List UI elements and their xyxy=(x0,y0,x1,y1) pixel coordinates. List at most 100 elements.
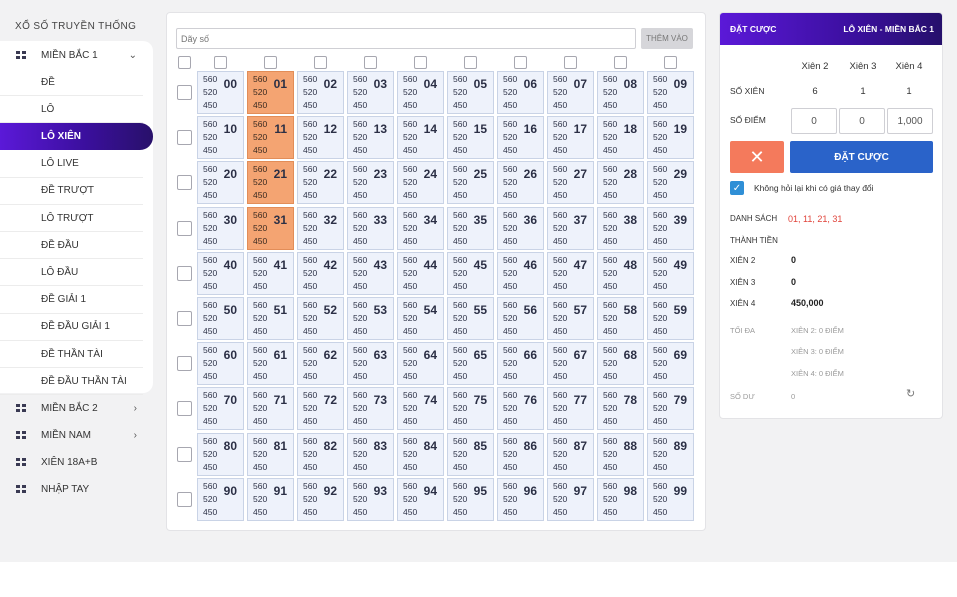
number-cell[interactable]: 560 520 450 92 xyxy=(297,477,344,521)
sidebar-item[interactable]: LÔ ĐẦU xyxy=(0,259,143,287)
sidebar-group-1[interactable]: MIỀN BẮC 2 › xyxy=(0,394,153,422)
column-checkbox[interactable] xyxy=(264,56,277,69)
number-cell[interactable]: 560 520 450 05 xyxy=(447,71,494,114)
number-cell[interactable]: 560 520 450 32 xyxy=(297,206,344,250)
number-cell[interactable]: 560 520 450 63 xyxy=(347,342,394,386)
number-cell[interactable]: 560 520 450 99 xyxy=(647,477,694,521)
number-cell[interactable]: 560 520 450 83 xyxy=(347,432,394,476)
sidebar-item[interactable]: ĐỀ xyxy=(0,69,143,96)
sidebar-item[interactable]: ĐỀ GIẢI 1 xyxy=(0,287,143,314)
column-checkbox[interactable] xyxy=(564,56,577,69)
number-cell[interactable]: 560 520 450 49 xyxy=(647,251,694,295)
number-cell[interactable]: 560 520 450 56 xyxy=(497,297,544,340)
select-all-checkbox[interactable] xyxy=(178,56,191,69)
number-cell[interactable]: 560 520 450 23 xyxy=(347,161,394,205)
number-cell[interactable]: 560 520 450 36 xyxy=(497,206,544,250)
number-cell[interactable]: 560 520 450 59 xyxy=(647,297,694,340)
number-cell[interactable]: 560 520 450 90 xyxy=(197,477,244,521)
number-cell[interactable]: 560 520 450 37 xyxy=(547,206,594,250)
number-cell[interactable]: 560 520 450 67 xyxy=(547,342,594,386)
column-checkbox[interactable] xyxy=(664,56,677,69)
so-diem-xien-4-input[interactable] xyxy=(887,108,933,134)
sidebar-item[interactable]: ĐỀ ĐẦU xyxy=(0,232,143,260)
number-cell[interactable]: 560 520 450 44 xyxy=(397,251,444,295)
number-cell[interactable]: 560 520 450 69 xyxy=(647,342,694,386)
number-cell[interactable]: 560 520 450 82 xyxy=(297,432,344,476)
number-cell[interactable]: 560 520 450 28 xyxy=(597,161,644,205)
number-cell[interactable]: 560 520 450 57 xyxy=(547,297,594,340)
number-cell[interactable]: 560 520 450 46 xyxy=(497,251,544,295)
number-cell[interactable]: 560 520 450 03 xyxy=(347,71,394,114)
number-cell[interactable]: 560 520 450 65 xyxy=(447,342,494,386)
sidebar-group-2[interactable]: MIỀN NAM › xyxy=(0,421,153,449)
number-cell[interactable]: 560 520 450 73 xyxy=(347,387,394,431)
number-cell[interactable]: 560 520 450 95 xyxy=(447,477,494,521)
number-cell[interactable]: 560 520 450 84 xyxy=(397,432,444,476)
column-checkbox[interactable] xyxy=(364,56,377,69)
number-cell[interactable]: 560 520 450 91 xyxy=(247,477,294,521)
number-cell[interactable]: 560 520 450 35 xyxy=(447,206,494,250)
sidebar-group-0[interactable]: MIỀN BẮC 1 ⌄ xyxy=(0,41,153,69)
number-cell[interactable]: 560 520 450 08 xyxy=(597,71,644,114)
number-cell[interactable]: 560 520 450 00 xyxy=(197,71,244,114)
number-cell[interactable]: 560 520 450 45 xyxy=(447,251,494,295)
number-cell[interactable]: 560 520 450 62 xyxy=(297,342,344,386)
number-cell[interactable]: 560 520 450 14 xyxy=(397,116,444,160)
number-cell[interactable]: 560 520 450 20 xyxy=(197,161,244,205)
number-cell[interactable]: 560 520 450 48 xyxy=(597,251,644,295)
number-cell[interactable]: 560 520 450 86 xyxy=(497,432,544,476)
number-cell[interactable]: 560 520 450 97 xyxy=(547,477,594,521)
number-cell[interactable]: 560 520 450 58 xyxy=(597,297,644,340)
row-checkbox[interactable] xyxy=(177,175,192,191)
number-cell[interactable]: 560 520 450 31 xyxy=(247,206,294,250)
column-checkbox[interactable] xyxy=(314,56,327,69)
number-cell[interactable]: 560 520 450 43 xyxy=(347,251,394,295)
number-cell[interactable]: 560 520 450 27 xyxy=(547,161,594,205)
row-checkbox[interactable] xyxy=(177,311,192,326)
number-cell[interactable]: 560 520 450 42 xyxy=(297,251,344,295)
row-checkbox[interactable] xyxy=(177,85,192,100)
number-cell[interactable]: 560 520 450 09 xyxy=(647,71,694,114)
sidebar-item[interactable]: LÔ TRƯỢT xyxy=(0,205,143,232)
number-cell[interactable]: 560 520 450 41 xyxy=(247,251,294,295)
number-cell[interactable]: 560 520 450 10 xyxy=(197,116,244,160)
number-cell[interactable]: 560 520 450 16 xyxy=(497,116,544,160)
number-cell[interactable]: 560 520 450 94 xyxy=(397,477,444,521)
number-cell[interactable]: 560 520 450 21 xyxy=(247,161,294,205)
number-cell[interactable]: 560 520 450 13 xyxy=(347,116,394,160)
number-sequence-input[interactable] xyxy=(176,28,636,49)
cancel-button[interactable]: ✕ xyxy=(730,141,784,173)
row-checkbox[interactable] xyxy=(177,130,192,146)
number-cell[interactable]: 560 520 450 01 xyxy=(247,71,294,114)
row-checkbox[interactable] xyxy=(177,491,192,507)
number-cell[interactable]: 560 520 450 30 xyxy=(197,206,244,250)
number-cell[interactable]: 560 520 450 40 xyxy=(197,251,244,295)
number-cell[interactable]: 560 520 450 74 xyxy=(397,387,444,431)
column-checkbox[interactable] xyxy=(614,56,627,69)
row-checkbox[interactable] xyxy=(177,356,192,372)
number-cell[interactable]: 560 520 450 79 xyxy=(647,387,694,431)
number-cell[interactable]: 560 520 450 98 xyxy=(597,477,644,521)
number-cell[interactable]: 560 520 450 80 xyxy=(197,432,244,476)
number-cell[interactable]: 560 520 450 96 xyxy=(497,477,544,521)
sidebar-item[interactable]: ĐỀ ĐẦU THẦN TÀI xyxy=(0,368,143,396)
so-diem-xien-2-input[interactable] xyxy=(791,108,837,134)
number-cell[interactable]: 560 520 450 72 xyxy=(297,387,344,431)
add-button[interactable]: THÊM VÀO xyxy=(641,28,693,49)
row-checkbox[interactable] xyxy=(177,265,192,281)
number-cell[interactable]: 560 520 450 64 xyxy=(397,342,444,386)
row-checkbox[interactable] xyxy=(177,401,192,417)
number-cell[interactable]: 560 520 450 39 xyxy=(647,206,694,250)
number-cell[interactable]: 560 520 450 18 xyxy=(597,116,644,160)
sidebar-item[interactable]: LÔ LIVE xyxy=(0,151,143,178)
place-bet-button[interactable]: ĐẶT CƯỢC xyxy=(790,141,933,173)
number-cell[interactable]: 560 520 450 33 xyxy=(347,206,394,250)
sidebar-item[interactable]: LÔ xyxy=(0,96,143,124)
number-cell[interactable]: 560 520 450 78 xyxy=(597,387,644,431)
refresh-icon[interactable]: ↻ xyxy=(906,387,915,400)
number-cell[interactable]: 560 520 450 11 xyxy=(247,116,294,160)
number-cell[interactable]: 560 520 450 66 xyxy=(497,342,544,386)
column-checkbox[interactable] xyxy=(214,56,227,69)
number-cell[interactable]: 560 520 450 07 xyxy=(547,71,594,114)
number-cell[interactable]: 560 520 450 12 xyxy=(297,116,344,160)
